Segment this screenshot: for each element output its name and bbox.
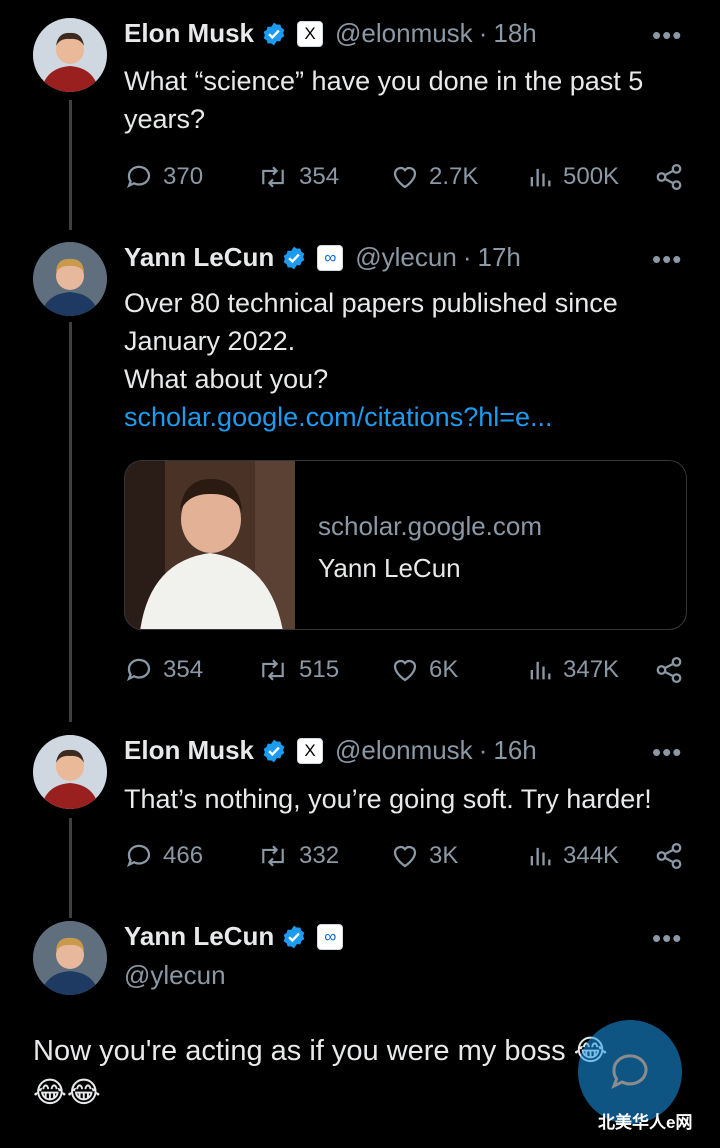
reply-count: 354: [163, 656, 204, 683]
author-handle[interactable]: @elonmusk: [335, 18, 473, 49]
timestamp[interactable]: 17h: [477, 242, 520, 273]
share-icon: [656, 164, 682, 190]
views-count: 500K: [563, 163, 620, 190]
tweet-text-line: Over 80 technical papers published since: [124, 288, 618, 318]
tweet-text: Over 80 technical papers published since…: [124, 284, 704, 436]
author-name[interactable]: Yann LeCun: [124, 921, 274, 952]
retweet-button[interactable]: 515: [256, 655, 339, 685]
avatar[interactable]: [33, 735, 107, 809]
reply-button[interactable]: 354: [124, 655, 203, 685]
views-button[interactable]: 344K: [526, 841, 619, 871]
action-bar: 370 354 2.7K 500K: [124, 162, 690, 198]
tweet-text: That’s nothing, you’re going soft. Try h…: [124, 780, 704, 818]
separator-dot: ·: [478, 18, 488, 48]
avatar[interactable]: [33, 242, 107, 316]
more-options-icon[interactable]: •••: [652, 923, 682, 954]
reply-count: 370: [163, 163, 204, 190]
views-icon: [530, 847, 551, 866]
views-icon: [530, 661, 551, 680]
author-name[interactable]: Yann LeCun: [124, 242, 274, 273]
timestamp[interactable]: 16h: [493, 735, 536, 766]
more-options-icon[interactable]: •••: [652, 737, 682, 768]
tweet-text: What “science” have you done in the past…: [124, 62, 704, 138]
like-button[interactable]: 3K: [390, 841, 458, 871]
reply-icon: [126, 844, 151, 868]
tweet-header: Elon Musk X @elonmusk · 16h: [124, 735, 537, 766]
tweet-text-line: What about you?: [124, 364, 329, 394]
retweet-count: 332: [299, 842, 340, 869]
views-button[interactable]: 347K: [526, 655, 619, 685]
link-card[interactable]: scholar.google.com Yann LeCun: [124, 460, 687, 630]
tweet-text-line: What “science” have you done in the past…: [124, 66, 644, 96]
views-icon: [530, 168, 551, 187]
retweet-icon: [262, 659, 284, 681]
tweet-header: Yann LeCun ∞ @ylecun · 17h: [124, 242, 521, 273]
author-name[interactable]: Elon Musk: [124, 18, 254, 49]
retweet-count: 515: [299, 656, 340, 683]
link-card-image: [125, 461, 295, 629]
link-card-domain: scholar.google.com: [318, 511, 543, 541]
like-count: 3K: [429, 842, 459, 869]
reply-count: 466: [163, 842, 204, 869]
reply-button[interactable]: 466: [124, 841, 203, 871]
meta-affiliate-icon[interactable]: ∞: [317, 923, 344, 950]
tweet-text-line: January 2022.: [124, 326, 296, 356]
thread-line: [69, 322, 72, 722]
views-count: 347K: [563, 656, 620, 683]
action-bar: 354 515 6K 347K: [124, 655, 690, 691]
separator-dot: ·: [478, 735, 488, 765]
verified-badge-icon: [261, 21, 287, 47]
author-handle[interactable]: @ylecun: [124, 960, 226, 991]
like-button[interactable]: 6K: [390, 655, 458, 685]
share-icon: [656, 843, 682, 869]
share-button[interactable]: [654, 655, 693, 685]
retweet-icon: [262, 845, 284, 867]
action-bar: 466 332 3K 344K: [124, 841, 690, 877]
share-button[interactable]: [654, 162, 693, 192]
meta-affiliate-icon[interactable]: ∞: [317, 244, 344, 271]
avatar[interactable]: [33, 18, 107, 92]
retweet-icon: [262, 166, 284, 188]
x-affiliate-icon[interactable]: X: [297, 20, 324, 47]
author-name[interactable]: Elon Musk: [124, 735, 254, 766]
separator-dot: ·: [462, 242, 472, 272]
heart-icon: [393, 659, 417, 682]
reply-icon: [126, 658, 151, 682]
timestamp[interactable]: 18h: [493, 18, 536, 49]
retweet-count: 354: [299, 163, 340, 190]
verified-badge-icon: [261, 738, 287, 764]
like-button[interactable]: 2.7K: [390, 162, 478, 192]
heart-icon: [393, 166, 417, 189]
verified-badge-icon: [281, 924, 307, 950]
tweet-header: Yann LeCun ∞: [124, 921, 355, 952]
tweet-header: Elon Musk X @elonmusk · 18h: [124, 18, 537, 49]
tweet-text-line: That’s nothing, you’re going soft. Try h…: [124, 784, 652, 814]
more-options-icon[interactable]: •••: [652, 244, 682, 275]
thread-line: [69, 818, 72, 918]
heart-icon: [393, 845, 417, 868]
watermark: 北美华人e网: [598, 1113, 693, 1132]
share-button[interactable]: [654, 841, 693, 871]
thread-line: [69, 100, 72, 230]
x-affiliate-icon[interactable]: X: [297, 737, 324, 764]
tweet-text-line: years?: [124, 104, 206, 134]
like-count: 2.7K: [429, 163, 479, 190]
like-count: 6K: [429, 656, 459, 683]
views-button[interactable]: 500K: [526, 162, 619, 192]
reply-button[interactable]: 370: [124, 162, 203, 192]
reply-icon: [126, 165, 151, 189]
author-handle[interactable]: @ylecun: [355, 242, 457, 273]
tweet-link[interactable]: scholar.google.com/citations?hl=e...: [124, 398, 704, 436]
link-card-title: Yann LeCun: [318, 553, 461, 583]
views-count: 344K: [563, 842, 620, 869]
retweet-button[interactable]: 332: [256, 841, 339, 871]
verified-badge-icon: [281, 245, 307, 271]
share-icon: [656, 657, 682, 683]
retweet-button[interactable]: 354: [256, 162, 339, 192]
more-options-icon[interactable]: •••: [652, 20, 682, 51]
avatar[interactable]: [33, 921, 107, 995]
author-handle[interactable]: @elonmusk: [335, 735, 473, 766]
